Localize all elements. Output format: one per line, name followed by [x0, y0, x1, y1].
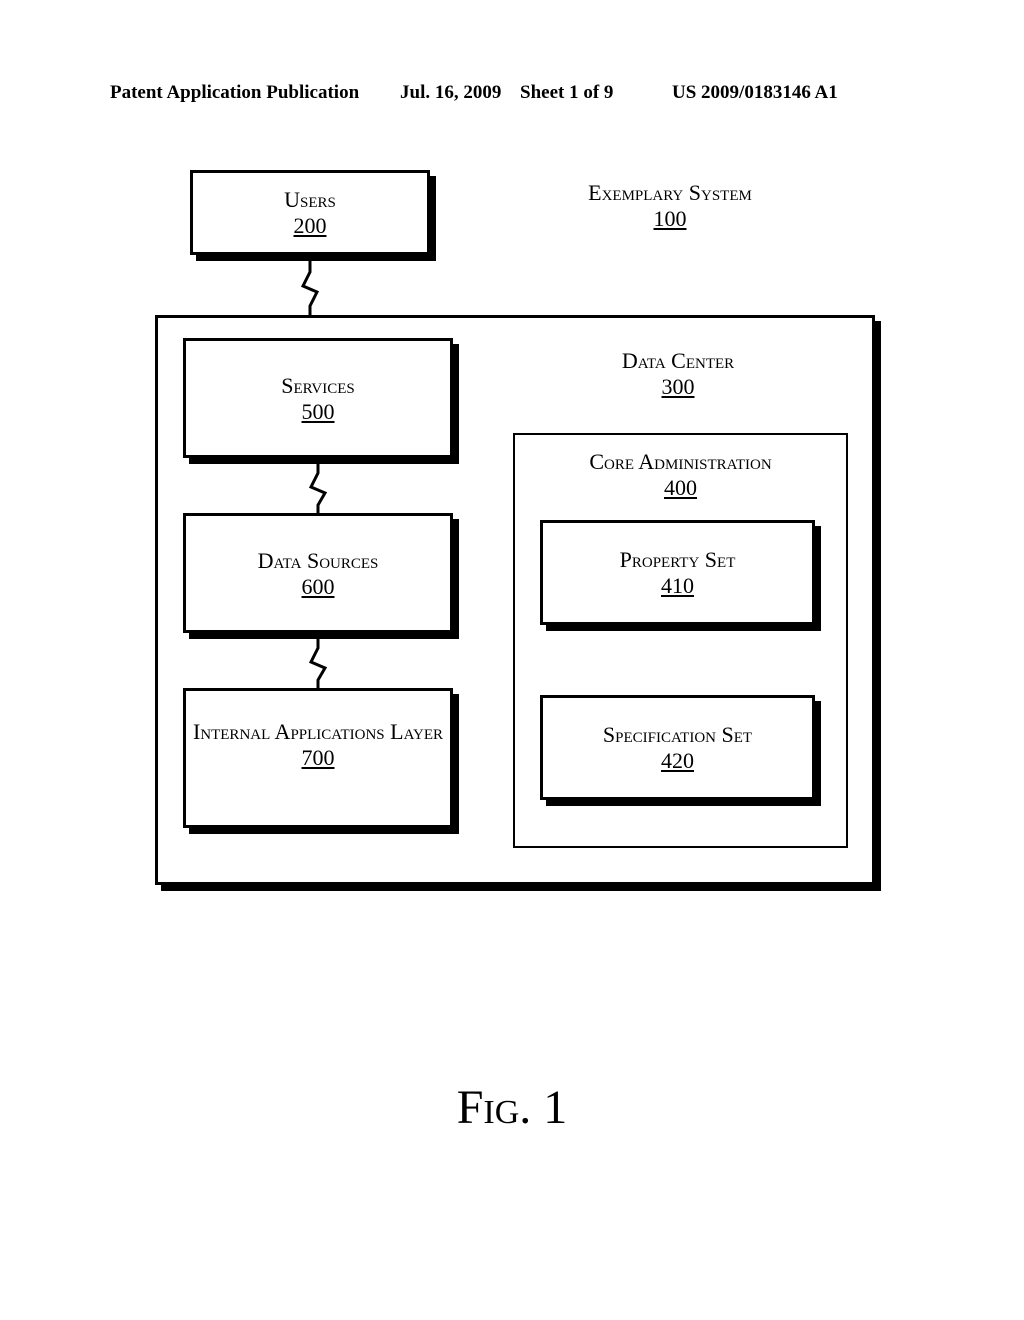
data-sources-block: Data Sources 600 — [183, 513, 453, 633]
connector-users-datacenter — [295, 258, 325, 318]
internal-apps-ref: 700 — [302, 745, 335, 770]
data-sources-ref: 600 — [302, 574, 335, 599]
services-label: Services — [281, 373, 355, 398]
core-admin-label: Core Administration — [589, 449, 771, 474]
core-admin-ref: 400 — [664, 475, 697, 500]
services-block: Services 500 — [183, 338, 453, 458]
page: Patent Application Publication Jul. 16, … — [0, 0, 1024, 1320]
data-center-ref: 300 — [662, 374, 695, 399]
data-sources-label: Data Sources — [258, 548, 379, 573]
data-center-block: Data Center 300 Services 500 Data Source… — [155, 315, 875, 885]
property-set-block: Property Set 410 — [540, 520, 815, 625]
data-center-title: Data Center 300 — [553, 348, 803, 400]
users-ref: 200 — [294, 213, 327, 238]
publication-type: Patent Application Publication — [110, 82, 359, 104]
publication-number: US 2009/0183146 A1 — [672, 82, 838, 104]
exemplary-system-ref: 100 — [654, 206, 687, 231]
figure-caption: Fig. 1 — [0, 1080, 1024, 1135]
internal-apps-label: Internal Applications Layer — [193, 719, 443, 744]
publication-date: Jul. 16, 2009 — [400, 82, 501, 104]
specification-set-block: Specification Set 420 — [540, 695, 815, 800]
property-set-ref: 410 — [661, 573, 694, 598]
exemplary-system-title: Exemplary System 100 — [525, 180, 815, 232]
data-center-label: Data Center — [622, 348, 734, 373]
system-diagram: Users 200 Exemplary System 100 Data Cent… — [155, 155, 895, 925]
core-admin-title: Core Administration 400 — [515, 449, 846, 501]
internal-apps-block: Internal Applications Layer 700 — [183, 688, 453, 828]
users-label: Users — [284, 187, 336, 212]
specification-set-label: Specification Set — [603, 722, 752, 747]
specification-set-ref: 420 — [661, 748, 694, 773]
connector-datasources-internalapps — [303, 636, 333, 691]
connector-services-datasources — [303, 461, 333, 516]
core-admin-block: Core Administration 400 Property Set 410… — [513, 433, 848, 848]
exemplary-system-label: Exemplary System — [588, 180, 752, 205]
property-set-label: Property Set — [620, 547, 736, 572]
users-block: Users 200 — [190, 170, 430, 255]
sheet-number: Sheet 1 of 9 — [520, 82, 613, 104]
services-ref: 500 — [302, 399, 335, 424]
